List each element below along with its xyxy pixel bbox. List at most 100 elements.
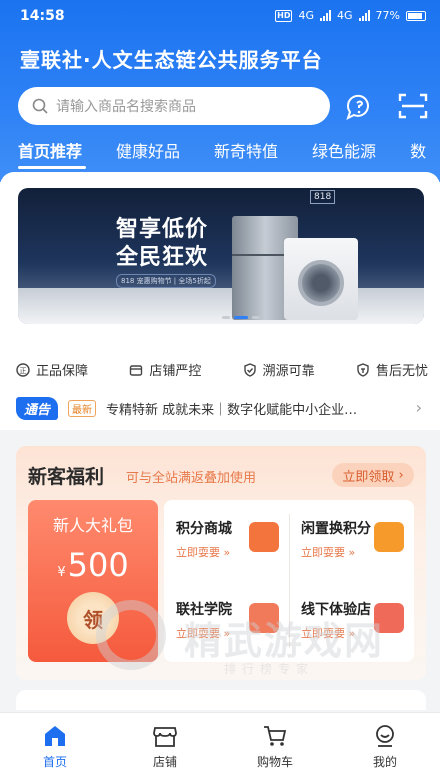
backpack-icon [374, 522, 404, 552]
guarantee-after-sales: 售后无忧 [356, 360, 428, 379]
cart-icon [264, 726, 287, 746]
entry-action: 立即耍要 » [301, 546, 356, 559]
entry-action-label: 立即耍要 [176, 627, 220, 640]
banner-headline-2: 全民狂欢 [116, 245, 209, 270]
next-section-peek [16, 690, 426, 710]
carousel-dot-active [234, 316, 248, 319]
shield-check-icon [243, 362, 256, 377]
entry-action-label: 立即耍要 [176, 546, 220, 559]
entry-name: 闲置换积分 [301, 521, 371, 537]
network-label-2: 4G [337, 9, 353, 22]
signal-icon [320, 10, 332, 21]
entry-name: 线下体验店 [301, 602, 371, 618]
guarantee-bar: 正 正品保障 店铺严控 溯源可靠 售后无忧 [16, 360, 428, 379]
entry-action: 立即耍要 » [176, 627, 231, 640]
svg-text:正: 正 [20, 367, 27, 375]
tab-recommended[interactable]: 首页推荐 [0, 138, 98, 174]
tab-health[interactable]: 健康好品 [98, 138, 196, 174]
nav-store[interactable]: 店铺 [110, 713, 220, 782]
after-sales-icon [357, 362, 369, 377]
hd-badge: HD [275, 9, 293, 22]
guarantee-traceable: 溯源可靠 [243, 360, 315, 379]
nav-home[interactable]: 首页 [0, 713, 110, 782]
category-tabs: 首页推荐 健康好品 新奇特值 绿色能源 数 [0, 138, 440, 174]
home-icon [45, 726, 65, 746]
network-label-1: 4G [298, 9, 315, 22]
tab-more[interactable]: 数 [392, 138, 440, 174]
guarantee-authentic: 正 正品保障 [16, 360, 88, 379]
gift-claim-button[interactable]: 领 [67, 592, 119, 644]
verified-icon: 正 [16, 362, 30, 377]
welfare-grid: 积分商城 立即耍要 » 闲置换积分 立即耍要 » 联社学院 立即耍要 » 线下体… [164, 500, 414, 662]
gift-amount: 500 [67, 546, 129, 584]
gift-amount-row: ¥500 [28, 546, 158, 584]
gift-title: 新人大礼包 [52, 516, 133, 535]
points-mall-entry[interactable]: 积分商城 立即耍要 » [164, 500, 289, 581]
battery-icon [406, 10, 426, 21]
banner-headline-1: 智享低价 [116, 217, 209, 242]
signal-icon-2 [358, 10, 370, 21]
store-icon [130, 364, 143, 376]
academy-icon [249, 603, 279, 633]
guarantee-label: 售后无忧 [375, 364, 428, 379]
guarantee-label: 店铺严控 [149, 364, 202, 379]
tab-novelty[interactable]: 新奇特值 [196, 138, 294, 174]
notice-new-badge: 最新 [68, 399, 97, 417]
search-placeholder: 请输入商品名搜索商品 [56, 99, 196, 115]
entry-action-label: 立即耍要 [301, 627, 345, 640]
entry-name: 积分商城 [176, 521, 232, 537]
guarantee-label: 正品保障 [36, 364, 89, 379]
notice-tag: 通告 [16, 396, 59, 420]
idle-exchange-entry[interactable]: 闲置换积分 立即耍要 » [289, 500, 414, 581]
scan-icon[interactable] [398, 92, 428, 120]
academy-entry[interactable]: 联社学院 立即耍要 » [164, 581, 289, 662]
welfare-title: 新客福利 [28, 466, 105, 488]
shop-icon [374, 603, 404, 633]
profile-icon [376, 725, 394, 747]
banner-headline: 智享低价 全民狂欢 [116, 216, 208, 272]
notice-bar[interactable]: 通告 最新 专精特新 成就未来｜数字化赋能中小企业… › [16, 395, 428, 421]
customer-service-icon[interactable] [344, 92, 374, 120]
nav-profile[interactable]: 我的 [330, 713, 440, 782]
header: 14:58 HD 4G 4G 77% 壹联社·人文生态链公共服务平台 请输入商品… [0, 0, 440, 182]
guarantee-store: 店铺严控 [129, 360, 201, 379]
nav-label: 首页 [42, 755, 67, 769]
nav-label: 购物车 [256, 755, 293, 769]
claim-now-label: 立即领取 [342, 469, 395, 485]
carousel-dots [222, 316, 260, 319]
nav-label: 店铺 [152, 755, 177, 769]
status-time: 14:58 [20, 8, 65, 24]
banner-subline: 818 宠惠购物节 | 全场5折起 [116, 274, 216, 288]
promo-banner[interactable]: 智享低价 全民狂欢 818 宠惠购物节 | 全场5折起 818 [18, 188, 424, 324]
offline-store-entry[interactable]: 线下体验店 立即耍要 » [289, 581, 414, 662]
chevron-right-icon[interactable]: › [416, 398, 422, 417]
newcomer-gift-pack[interactable]: 新人大礼包 ¥500 领 [28, 500, 158, 662]
nav-cart[interactable]: 购物车 [220, 713, 330, 782]
welfare-subtitle: 可与全站满返叠加使用 [126, 471, 257, 486]
search-icon [32, 98, 48, 114]
battery-percent: 77% [375, 9, 400, 22]
nav-label: 我的 [372, 755, 397, 769]
carousel-dot [252, 316, 260, 319]
basket-icon [249, 522, 279, 552]
banner-card: 智享低价 全民狂欢 818 宠惠购物节 | 全场5折起 818 正 正品保障 店… [0, 172, 440, 430]
washer-image [284, 238, 358, 320]
entry-action: 立即耍要 » [176, 546, 231, 559]
tab-green-energy[interactable]: 绿色能源 [294, 138, 392, 174]
guarantee-label: 溯源可靠 [262, 364, 315, 379]
status-bar: 14:58 HD 4G 4G 77% [0, 0, 440, 34]
notice-text: 专精特新 成就未来｜数字化赋能中小企业… [106, 402, 358, 418]
bottom-nav: 首页 店铺 购物车 我的 [0, 712, 440, 782]
entry-action: 立即耍要 » [301, 627, 356, 640]
status-icons: HD 4G 4G 77% [275, 9, 426, 22]
claim-now-button[interactable]: 立即领取 › [332, 463, 414, 487]
entry-name: 联社学院 [176, 602, 232, 618]
new-customer-welfare: 新客福利 可与全站满返叠加使用 立即领取 › 新人大礼包 ¥500 领 积分商城… [16, 446, 426, 680]
carousel-dot [222, 316, 230, 319]
search-input[interactable]: 请输入商品名搜索商品 [18, 87, 330, 125]
app-title: 壹联社·人文生态链公共服务平台 [20, 48, 323, 72]
gift-currency: ¥ [57, 565, 66, 580]
entry-action-label: 立即耍要 [301, 546, 345, 559]
banner-floor [18, 288, 424, 324]
banner-818-badge: 818 [310, 190, 336, 204]
